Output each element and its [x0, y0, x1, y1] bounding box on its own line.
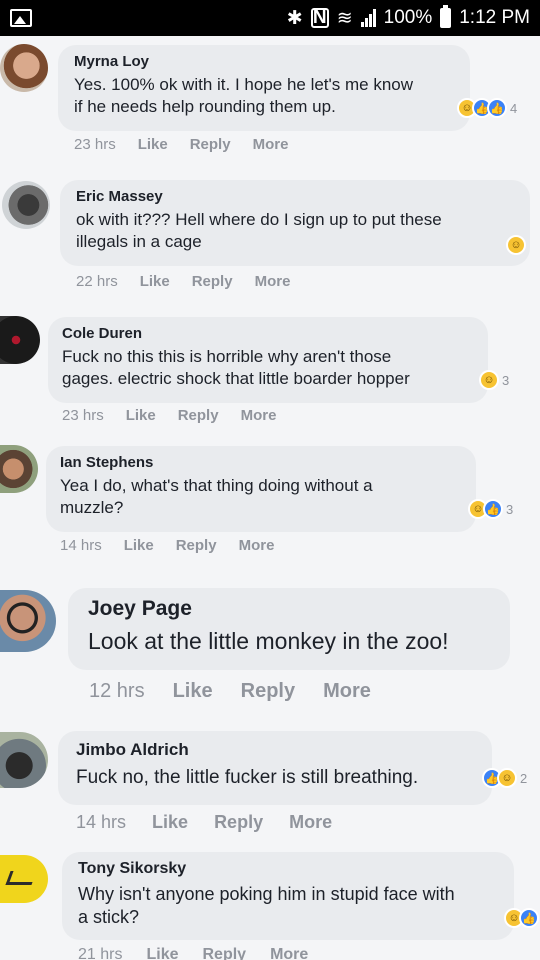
- comment-text: Fuck no this this is horrible why aren't…: [62, 347, 392, 366]
- comment-actions: 23 hrs Like Reply More: [62, 407, 276, 424]
- comment-author[interactable]: Myrna Loy: [74, 53, 454, 70]
- comment-text: Look at the little monkey in the zoo!: [88, 628, 449, 654]
- like-button[interactable]: Like: [173, 680, 213, 703]
- reaction-summary[interactable]: ☺ 👍: [504, 908, 539, 928]
- haha-reaction-icon: ☺: [506, 235, 526, 255]
- status-bar: ✱ N ≋ 100% 1:12 PM: [0, 0, 540, 36]
- comment-time[interactable]: 23 hrs: [62, 407, 104, 424]
- reaction-count: 2: [520, 770, 528, 786]
- like-button[interactable]: Like: [124, 537, 154, 554]
- battery-icon: [440, 5, 452, 28]
- more-button[interactable]: More: [239, 537, 275, 554]
- reply-button[interactable]: Reply: [202, 946, 246, 960]
- comment-time[interactable]: 22 hrs: [76, 273, 118, 290]
- comment-bubble: Cole Duren Fuck no this this is horrible…: [48, 317, 488, 403]
- reply-button[interactable]: Reply: [178, 407, 219, 424]
- comment-author[interactable]: Ian Stephens: [60, 454, 462, 471]
- comment-actions: 12 hrs Like Reply More: [89, 680, 371, 703]
- avatar[interactable]: [2, 181, 50, 229]
- comment-text: Yes. 100% ok with it. I hope he let's me…: [74, 75, 414, 94]
- reply-button[interactable]: Reply: [192, 273, 233, 290]
- comment-bubble: Joey Page Look at the little monkey in t…: [68, 588, 510, 670]
- comment-bubble: Eric Massey ok with it??? Hell where do …: [60, 180, 530, 266]
- haha-reaction-icon: ☺: [479, 370, 499, 390]
- clock: 1:12 PM: [459, 7, 530, 28]
- like-button[interactable]: Like: [146, 946, 178, 960]
- avatar[interactable]: [0, 445, 38, 493]
- more-button[interactable]: More: [323, 680, 371, 703]
- comment-text: Fuck no, the little fucker is still brea…: [76, 767, 419, 788]
- comment-text: Why isn't anyone poking him in stupid fa…: [78, 884, 455, 904]
- like-button[interactable]: Like: [126, 407, 156, 424]
- comment-bubble: Myrna Loy Yes. 100% ok with it. I hope h…: [58, 45, 470, 131]
- comment-text: if he needs help rounding them up.: [74, 97, 336, 116]
- more-button[interactable]: More: [270, 946, 308, 960]
- comment-author[interactable]: Cole Duren: [62, 325, 474, 342]
- comment-actions: 14 hrs Like Reply More: [60, 537, 274, 554]
- comment-bubble: Jimbo Aldrich Fuck no, the little fucker…: [58, 731, 492, 805]
- reaction-count: 3: [506, 501, 514, 517]
- avatar[interactable]: [0, 590, 56, 652]
- reaction-summary[interactable]: ☺: [506, 235, 526, 255]
- reaction-summary[interactable]: ☺ 👍 👍 4: [457, 98, 517, 118]
- comment-time[interactable]: 14 hrs: [60, 537, 102, 554]
- reaction-summary[interactable]: ☺ 👍 3: [468, 499, 513, 519]
- like-button[interactable]: Like: [138, 136, 168, 153]
- logo-icon: [5, 871, 37, 885]
- comment-actions: 23 hrs Like Reply More: [74, 136, 288, 153]
- reply-button[interactable]: Reply: [176, 537, 217, 554]
- more-button[interactable]: More: [253, 136, 289, 153]
- like-reaction-icon: 👍: [487, 98, 507, 118]
- avatar[interactable]: [0, 316, 40, 364]
- comment-author[interactable]: Joey Page: [88, 597, 490, 621]
- gallery-icon: [10, 9, 32, 27]
- more-button[interactable]: More: [289, 812, 332, 833]
- comment-actions: 22 hrs Like Reply More: [76, 273, 290, 290]
- battery-percent: 100%: [383, 7, 433, 28]
- reaction-summary[interactable]: ☺ 3: [479, 370, 509, 390]
- avatar[interactable]: [0, 855, 48, 903]
- comment-author[interactable]: Tony Sikorsky: [78, 860, 498, 878]
- comment-text: gages. electric shock that little boarde…: [62, 369, 410, 388]
- like-button[interactable]: Like: [152, 812, 188, 833]
- nfc-icon: N: [310, 8, 329, 28]
- reply-button[interactable]: Reply: [214, 812, 263, 833]
- comment-time[interactable]: 23 hrs: [74, 136, 116, 153]
- comment-author[interactable]: Jimbo Aldrich: [76, 740, 474, 760]
- avatar[interactable]: [0, 44, 48, 92]
- reaction-summary[interactable]: 👍 ☺ 2: [482, 768, 527, 788]
- comment-text: ok with it??? Hell where do I sign up to…: [76, 210, 442, 229]
- signal-icon: [360, 9, 376, 27]
- comment-bubble: Tony Sikorsky Why isn't anyone poking hi…: [62, 852, 514, 940]
- reply-button[interactable]: Reply: [190, 136, 231, 153]
- comment-time[interactable]: 12 hrs: [89, 680, 145, 703]
- comment-text: muzzle?: [60, 498, 124, 517]
- haha-reaction-icon: ☺: [497, 768, 517, 788]
- reaction-count: 3: [502, 372, 510, 388]
- comment-actions: 14 hrs Like Reply More: [76, 812, 332, 833]
- comment-text: illegals in a cage: [76, 232, 202, 251]
- wifi-icon: ≋: [336, 7, 353, 29]
- reply-button[interactable]: Reply: [241, 680, 295, 703]
- like-reaction-icon: 👍: [519, 908, 539, 928]
- comment-actions: 21 hrs Like Reply More: [78, 946, 308, 960]
- like-reaction-icon: 👍: [483, 499, 503, 519]
- avatar[interactable]: [0, 732, 48, 788]
- bluetooth-icon: ✱: [286, 7, 303, 29]
- comment-text: Yea I do, what's that thing doing withou…: [60, 476, 373, 495]
- comment-bubble: Ian Stephens Yea I do, what's that thing…: [46, 446, 476, 532]
- comment-time[interactable]: 14 hrs: [76, 812, 126, 833]
- comment-text: a stick?: [78, 907, 140, 927]
- reaction-count: 4: [510, 100, 518, 116]
- more-button[interactable]: More: [255, 273, 291, 290]
- like-button[interactable]: Like: [140, 273, 170, 290]
- comment-author[interactable]: Eric Massey: [76, 188, 514, 205]
- comment-time[interactable]: 21 hrs: [78, 946, 122, 960]
- more-button[interactable]: More: [241, 407, 277, 424]
